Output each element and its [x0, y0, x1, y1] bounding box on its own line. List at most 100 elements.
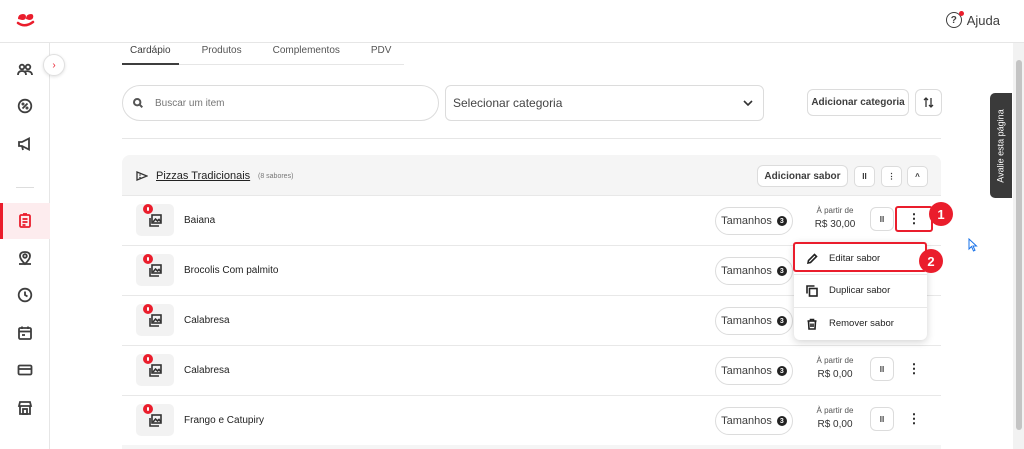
flavor-row: Baiana Tamanhos 3 À partir de R$ 30,00 II ⋮: [122, 195, 941, 245]
menu-remove-label: Remover sabor: [829, 318, 894, 329]
megaphone-icon: [18, 137, 30, 151]
sizes-button[interactable]: Tamanhos 3: [715, 207, 793, 235]
more-vertical-icon: ⋮: [887, 172, 896, 181]
category-select[interactable]: Selecionar categoria: [445, 85, 764, 121]
flavor-row: Frango e Catupiry Tamanhos 3 À partir de R$ …: [122, 395, 941, 445]
add-category-button[interactable]: Adicionar categoria: [807, 89, 909, 116]
image-icon: [148, 213, 162, 227]
step-1-marker: 1: [929, 202, 953, 226]
image-placeholder[interactable]: [136, 254, 174, 286]
flavor-more-button[interactable]: ⋮: [902, 407, 926, 431]
sidebar-item-calendar[interactable]: [0, 315, 50, 351]
sizes-label: Tamanhos: [721, 365, 772, 377]
pause-icon: II: [879, 214, 885, 224]
brand-logo-icon[interactable]: [15, 10, 35, 30]
sidebar-item-users[interactable]: [0, 52, 50, 88]
discount-icon: [17, 98, 33, 114]
category-collapse-button[interactable]: ^: [907, 166, 928, 187]
highlight-more-button: [895, 206, 933, 232]
flavor-name[interactable]: Calabresa: [184, 315, 230, 326]
help-icon: ?: [945, 11, 964, 28]
pause-icon: II: [879, 414, 885, 424]
image-icon: [148, 363, 162, 377]
tab-produtos[interactable]: Produtos: [194, 43, 250, 65]
alert-dot-icon: [143, 404, 153, 414]
image-placeholder[interactable]: [136, 404, 174, 436]
category-pause-button[interactable]: II: [854, 166, 875, 187]
pizza-icon: [136, 171, 148, 181]
search-box: [122, 85, 439, 121]
pause-icon: II: [862, 172, 867, 181]
category-more-button[interactable]: ⋮: [881, 166, 902, 187]
top-bar: ? Ajuda: [0, 0, 1024, 43]
tab-pdv[interactable]: PDV: [363, 43, 400, 65]
sizes-label: Tamanhos: [721, 265, 772, 277]
copy-icon: [806, 284, 818, 297]
category-select-value: Selecionar categoria: [453, 96, 563, 110]
flavor-more-button[interactable]: ⋮: [902, 357, 926, 381]
sizes-count-badge: 3: [776, 216, 787, 226]
more-vertical-icon: ⋮: [907, 411, 921, 426]
sidebar-expand-button[interactable]: ›: [43, 54, 65, 76]
sidebar-item-store[interactable]: [0, 390, 50, 426]
help-link[interactable]: ? Ajuda: [945, 11, 1000, 28]
sizes-button[interactable]: Tamanhos 3: [715, 407, 793, 435]
sidebar-item-hours[interactable]: [0, 277, 50, 313]
sidebar-divider: [16, 187, 34, 188]
feedback-tab[interactable]: Avalie esta página: [990, 93, 1012, 198]
feedback-label: Avalie esta página: [996, 108, 1007, 183]
sidebar-item-marketing[interactable]: [0, 126, 50, 162]
sizes-count-badge: 3: [776, 266, 787, 276]
flavor-name[interactable]: Calabresa: [184, 365, 230, 376]
chevron-right-icon: ›: [52, 59, 56, 71]
calendar-icon: [18, 326, 32, 340]
mouse-cursor-icon: [968, 238, 978, 252]
menu-duplicate-flavor[interactable]: Duplicar sabor: [794, 274, 927, 307]
image-placeholder[interactable]: [136, 304, 174, 336]
menu-remove-flavor[interactable]: Remover sabor: [794, 307, 927, 340]
sizes-button[interactable]: Tamanhos 3: [715, 307, 793, 335]
price-label: À partir de: [816, 206, 854, 215]
more-vertical-icon: ⋮: [907, 361, 921, 376]
flavor-name[interactable]: Frango e Catupiry: [184, 415, 264, 426]
sidebar-item-discounts[interactable]: [0, 88, 50, 124]
flavor-pause-button[interactable]: II: [870, 357, 894, 381]
sidebar-item-menu[interactable]: [0, 203, 50, 239]
tab-complementos[interactable]: Complementos: [265, 43, 348, 65]
page-scrollbar-thumb[interactable]: [1016, 60, 1022, 430]
divider: [122, 138, 941, 139]
sidebar-item-delivery-area[interactable]: [0, 240, 50, 276]
sizes-button[interactable]: Tamanhos 3: [715, 357, 793, 385]
search-input[interactable]: [155, 97, 405, 109]
users-icon: [17, 63, 33, 76]
price-block: À partir de R$ 0,00: [810, 356, 860, 380]
sizes-label: Tamanhos: [721, 415, 772, 427]
map-pin-icon: [19, 251, 31, 266]
flavor-name[interactable]: Baiana: [184, 215, 215, 226]
image-placeholder[interactable]: [136, 354, 174, 386]
menu-duplicate-label: Duplicar sabor: [829, 285, 891, 296]
flavor-row: Calabresa Tamanhos 3 À partir de R$ 0,00 II ⋮: [122, 345, 941, 395]
sizes-label: Tamanhos: [721, 315, 772, 327]
tab-cardapio[interactable]: Cardápio: [122, 43, 179, 65]
image-placeholder[interactable]: [136, 204, 174, 236]
flavor-pause-button[interactable]: II: [870, 207, 894, 231]
trash-icon: [807, 318, 817, 330]
chevron-up-icon: ^: [915, 172, 920, 181]
sizes-count-badge: 3: [776, 416, 787, 426]
price-block: À partir de R$ 0,00: [810, 406, 860, 430]
sidebar-item-payments[interactable]: [0, 352, 50, 388]
price-label: À partir de: [816, 406, 854, 415]
image-icon: [148, 263, 162, 277]
flavor-name[interactable]: Brocolis Com palmito: [184, 265, 278, 276]
price-block: À partir de R$ 30,00: [810, 206, 860, 230]
sidebar: [0, 43, 50, 449]
sort-button[interactable]: [915, 89, 942, 116]
category-title[interactable]: Pizzas Tradicionais: [156, 170, 250, 182]
sort-icon: [923, 97, 934, 108]
add-flavor-button[interactable]: Adicionar sabor: [757, 165, 848, 187]
price-value: R$ 0,00: [817, 369, 853, 380]
sizes-label: Tamanhos: [721, 215, 772, 227]
flavor-pause-button[interactable]: II: [870, 407, 894, 431]
sizes-button[interactable]: Tamanhos 3: [715, 257, 793, 285]
